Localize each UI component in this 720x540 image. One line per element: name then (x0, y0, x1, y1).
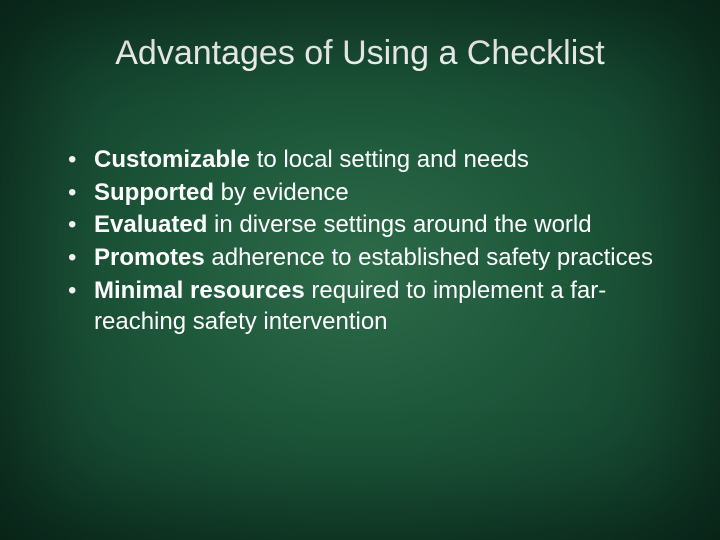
bullet-bold: Evaluated (94, 211, 207, 238)
list-item: Evaluated in diverse settings around the… (62, 210, 670, 241)
slide-title: Advantages of Using a Checklist (50, 34, 670, 73)
bullet-list: Customizable to local setting and needs … (50, 145, 670, 337)
bullet-rest: to local setting and needs (250, 146, 529, 173)
bullet-bold: Promotes (94, 244, 205, 271)
slide: Advantages of Using a Checklist Customiz… (0, 0, 720, 540)
list-item: Customizable to local setting and needs (62, 145, 670, 176)
list-item: Promotes adherence to established safety… (62, 243, 670, 274)
bullet-bold: Customizable (94, 146, 250, 173)
bullet-bold: Minimal resources (94, 277, 305, 304)
bullet-bold: Supported (94, 179, 214, 206)
list-item: Supported by evidence (62, 178, 670, 209)
bullet-rest: adherence to established safety practice… (205, 244, 653, 271)
bullet-rest: by evidence (214, 179, 349, 206)
list-item: Minimal resources required to implement … (62, 276, 670, 337)
bullet-rest: in diverse settings around the world (207, 211, 591, 238)
